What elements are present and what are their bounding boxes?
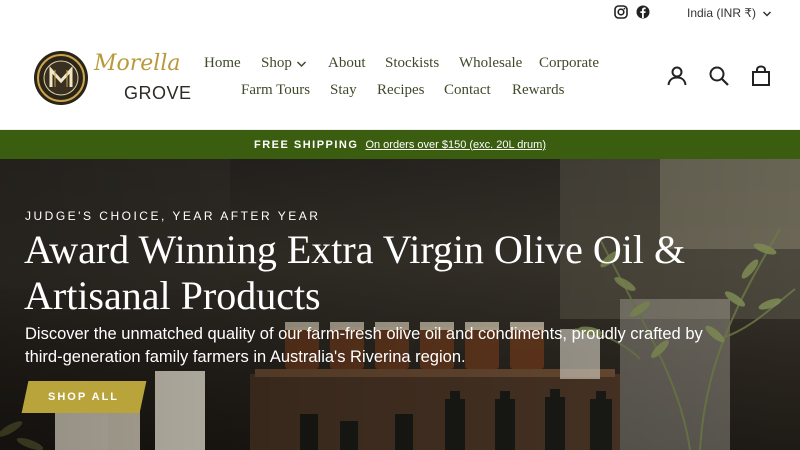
nav-shop-label: Shop: [261, 55, 292, 71]
main-nav-row-1: Home Shop About Stockists Wholesale Corp…: [204, 55, 609, 72]
utility-bar: India (INR ₹): [0, 0, 800, 25]
nav-rewards[interactable]: Rewards: [512, 82, 572, 99]
currency-label: India (INR ₹): [687, 6, 756, 20]
site-header: Morella GROVE Home Shop About Stockists …: [0, 25, 800, 130]
chevron-down-icon: [296, 60, 306, 67]
currency-selector[interactable]: India (INR ₹): [687, 6, 772, 20]
hero-subtitle: Discover the unmatched quality of our fa…: [25, 325, 703, 366]
nav-about[interactable]: About: [328, 55, 385, 72]
brand-name-caps: GROVE: [124, 83, 192, 103]
nav-wholesale[interactable]: Wholesale: [459, 55, 539, 72]
brand-name-script: Morella: [94, 51, 181, 76]
announcement-heading: FREE SHIPPING: [253, 138, 359, 151]
hero-title: Award Winning Extra Virgin Olive Oil & A…: [24, 227, 686, 318]
hero-eyebrow: JUDGE'S CHOICE, YEAR AFTER YEAR: [25, 209, 321, 223]
brand-logo[interactable]: Morella GROVE: [32, 49, 191, 107]
social-links: [614, 5, 650, 19]
nav-farm-tours[interactable]: Farm Tours: [241, 82, 330, 99]
nav-corporate[interactable]: Corporate: [539, 55, 609, 72]
hero-banner: JUDGE'S CHOICE, YEAR AFTER YEAR Award Wi…: [0, 159, 800, 450]
nav-home[interactable]: Home: [204, 55, 261, 72]
nav-stay[interactable]: Stay: [330, 82, 377, 99]
main-nav-row-2: Farm Tours Stay Recipes Contact Rewards: [241, 82, 572, 99]
search-icon[interactable]: [708, 65, 730, 87]
nav-recipes[interactable]: Recipes: [377, 82, 444, 99]
account-icon[interactable]: [666, 65, 688, 87]
nav-stockists[interactable]: Stockists: [385, 55, 459, 72]
nav-contact[interactable]: Contact: [444, 82, 512, 99]
header-actions: [666, 65, 772, 87]
shop-all-label: SHOP ALL: [48, 391, 120, 403]
instagram-icon[interactable]: [614, 5, 628, 19]
cart-icon[interactable]: [750, 65, 772, 87]
nav-shop[interactable]: Shop: [261, 55, 328, 72]
announcement-link[interactable]: On orders over $150 (exc. 20L drum): [365, 139, 546, 151]
shop-all-button[interactable]: SHOP ALL: [21, 381, 147, 413]
chevron-down-icon: [762, 8, 772, 18]
facebook-icon[interactable]: [636, 5, 650, 19]
announcement-bar: FREE SHIPPING On orders over $150 (exc. …: [0, 130, 800, 159]
